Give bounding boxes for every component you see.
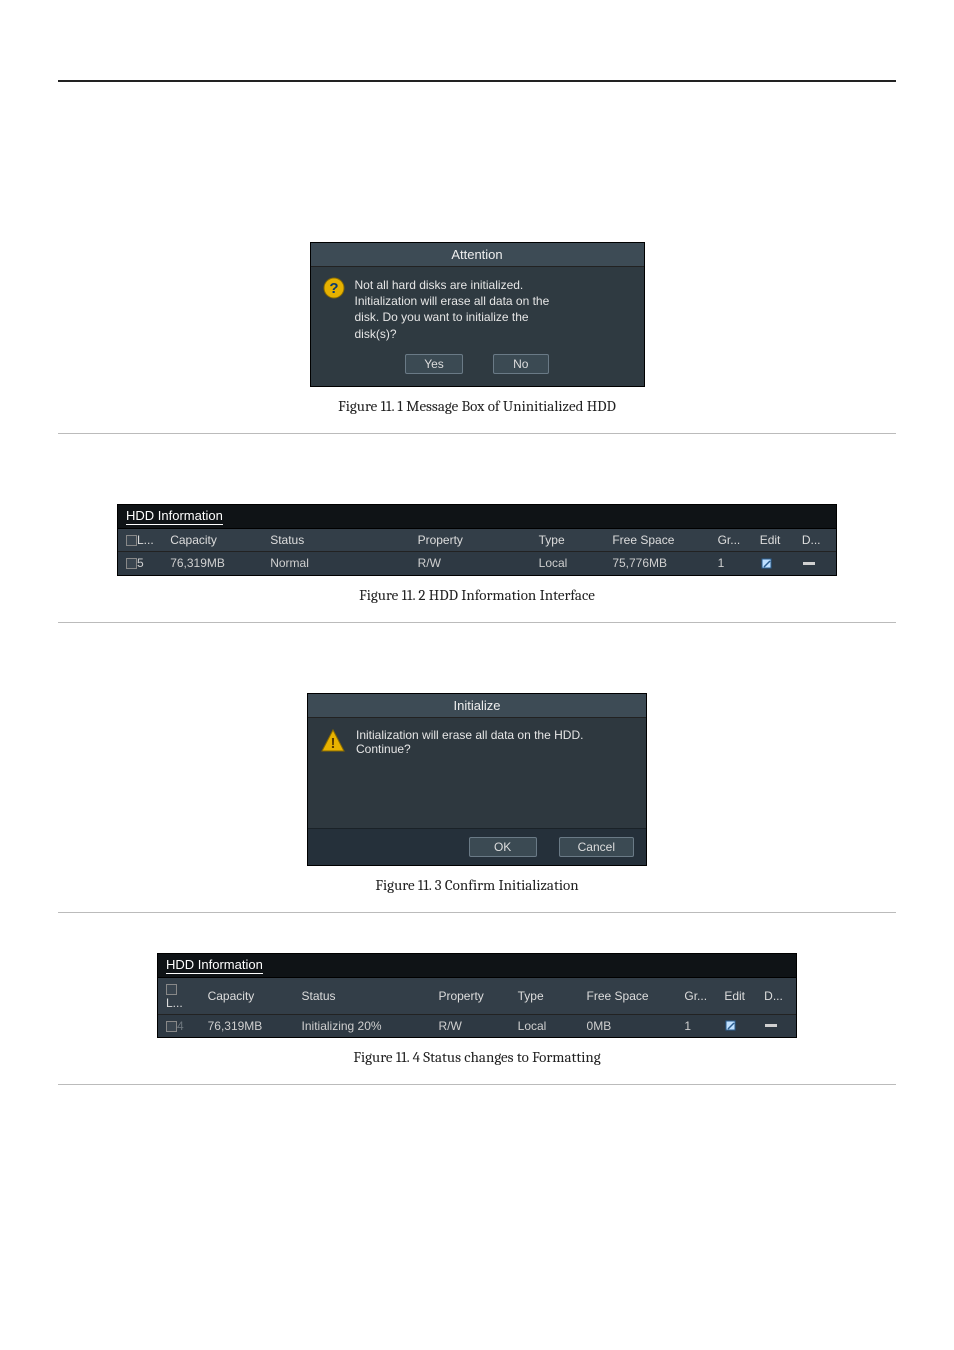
row-free-2: 0MB	[579, 1014, 677, 1037]
svg-text:?: ?	[329, 280, 338, 297]
attention-line4: disk(s)?	[355, 326, 550, 342]
header-checkbox[interactable]	[126, 535, 137, 546]
row-edit[interactable]	[752, 551, 794, 574]
col-property: Property	[410, 529, 531, 552]
col-status-2: Status	[294, 978, 431, 1015]
edit-icon[interactable]	[760, 557, 774, 571]
hdd-info-panel-1: HDD Information L... Capacity Status Pro…	[117, 504, 837, 576]
yes-button[interactable]: Yes	[405, 354, 463, 374]
row-delete-2[interactable]	[756, 1014, 796, 1037]
col-group-2: Gr...	[676, 978, 716, 1015]
col-l: L...	[137, 533, 154, 547]
figure-caption-3: Figure 11. 3 Confirm Initialization	[58, 876, 896, 894]
row-group: 1	[710, 551, 752, 574]
hdd-info-title: HDD Information	[126, 508, 223, 525]
figure-caption-4: Figure 11. 4 Status changes to Formattin…	[58, 1048, 896, 1066]
hdd-info-panel-2: HDD Information L... Capacity Status Pro…	[157, 953, 797, 1039]
col-edit-2: Edit	[716, 978, 756, 1015]
edit-icon[interactable]	[724, 1019, 738, 1033]
header-checkbox-2[interactable]	[166, 984, 177, 995]
row-status-2: Initializing 20%	[294, 1014, 431, 1037]
col-edit: Edit	[752, 529, 794, 552]
table-row[interactable]: 5 76,319MB Normal R/W Local 75,776MB 1	[118, 551, 836, 574]
no-button[interactable]: No	[493, 354, 549, 374]
delete-icon[interactable]	[764, 1018, 778, 1032]
row-index: 5	[137, 556, 144, 570]
col-group: Gr...	[710, 529, 752, 552]
initialize-message: Initialization will erase all data on th…	[356, 728, 583, 768]
initialize-line2: Continue?	[356, 742, 583, 756]
col-property-2: Property	[430, 978, 509, 1015]
row-property: R/W	[410, 551, 531, 574]
row-type: Local	[531, 551, 605, 574]
warning-icon: !	[320, 728, 346, 754]
col-type-2: Type	[510, 978, 579, 1015]
col-delete-2: D...	[756, 978, 796, 1015]
col-capacity-2: Capacity	[200, 978, 294, 1015]
initialize-dialog: Initialize ! Initialization will erase a…	[307, 693, 647, 866]
row-status: Normal	[262, 551, 409, 574]
attention-line1: Not all hard disks are initialized.	[355, 277, 550, 293]
row-property-2: R/W	[430, 1014, 509, 1037]
figure-caption-1: Figure 11. 1 Message Box of Uninitialize…	[58, 397, 896, 415]
initialize-title: Initialize	[308, 694, 646, 718]
attention-dialog: Attention ? Not all hard disks are initi…	[310, 242, 645, 387]
hdd-info-title-2: HDD Information	[166, 957, 263, 974]
row-edit-2[interactable]	[716, 1014, 756, 1037]
initialize-line1: Initialization will erase all data on th…	[356, 728, 583, 742]
cancel-button[interactable]: Cancel	[559, 837, 634, 857]
figure-caption-2: Figure 11. 2 HDD Information Interface	[58, 586, 896, 604]
svg-text:!: !	[331, 735, 336, 752]
delete-icon[interactable]	[802, 556, 816, 570]
col-capacity: Capacity	[162, 529, 262, 552]
col-free: Free Space	[604, 529, 709, 552]
table-row[interactable]: 4 76,319MB Initializing 20% R/W Local 0M…	[158, 1014, 796, 1037]
question-icon: ?	[323, 277, 345, 299]
row-checkbox-2[interactable]	[166, 1021, 177, 1032]
col-l-2: L...	[166, 996, 183, 1010]
col-status: Status	[262, 529, 409, 552]
attention-title: Attention	[311, 243, 644, 267]
attention-message: Not all hard disks are initialized. Init…	[355, 277, 550, 342]
col-delete: D...	[794, 529, 836, 552]
row-type-2: Local	[510, 1014, 579, 1037]
col-type: Type	[531, 529, 605, 552]
row-capacity-2: 76,319MB	[200, 1014, 294, 1037]
row-capacity: 76,319MB	[162, 551, 262, 574]
ok-button[interactable]: OK	[469, 837, 537, 857]
row-checkbox[interactable]	[126, 558, 137, 569]
col-free-2: Free Space	[579, 978, 677, 1015]
attention-line3: disk. Do you want to initialize the	[355, 309, 550, 325]
row-free: 75,776MB	[604, 551, 709, 574]
row-index-2: 4	[177, 1019, 184, 1033]
row-delete[interactable]	[794, 551, 836, 574]
row-group-2: 1	[676, 1014, 716, 1037]
attention-line2: Initialization will erase all data on th…	[355, 293, 550, 309]
